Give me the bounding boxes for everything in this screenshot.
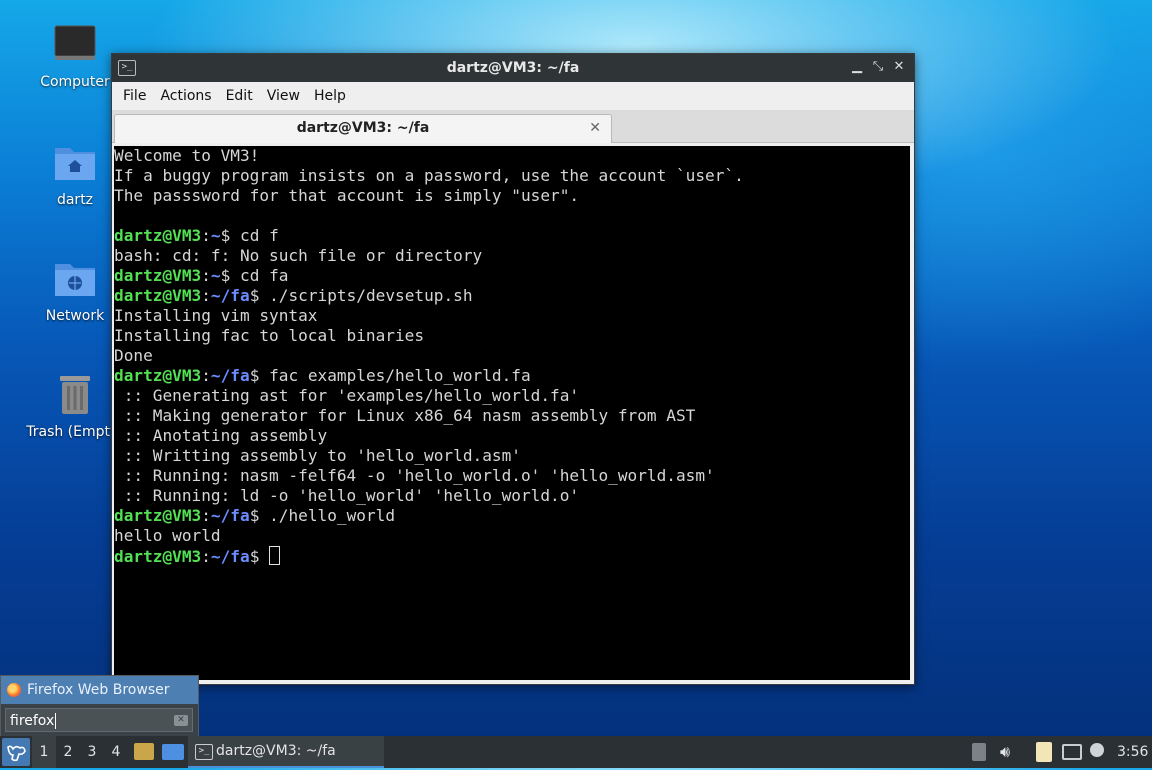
workspace-1[interactable]: 1 — [32, 736, 56, 768]
clock[interactable]: 3:56 — [1117, 736, 1148, 768]
prompt-line: dartz@VM3:~/fa$ ./scripts/devsetup.sh — [114, 286, 473, 305]
prompt-user: dartz@VM3 — [114, 286, 202, 305]
home-folder-icon — [52, 140, 98, 186]
terminal-tab[interactable]: dartz@VM3: ~/fa ✕ — [114, 114, 612, 143]
terminal-line: Welcome to VM3! — [114, 146, 260, 165]
network-tray-icon[interactable] — [1062, 744, 1082, 760]
terminal-line: :: Writting assembly to 'hello_world.asm… — [114, 446, 521, 465]
terminal-line: If a buggy program insists on a password… — [114, 166, 744, 185]
prompt-command: ./scripts/devsetup.sh — [259, 286, 473, 305]
tab-close-icon[interactable]: ✕ — [589, 115, 601, 141]
prompt-path: ~/fa — [210, 286, 250, 305]
window-titlebar[interactable]: >_ dartz@VM3: ~/fa ▁ ⤡ ✕ — [112, 54, 914, 82]
prompt-line: dartz@VM3:~/fa$ ./hello_world — [114, 506, 396, 525]
terminal-line: bash: cd: f: No such file or directory — [114, 246, 483, 265]
terminal-line: hello world — [114, 526, 221, 545]
prompt-command — [259, 547, 269, 566]
task-title: dartz@VM3: ~/fa — [216, 743, 336, 759]
menu-view[interactable]: View — [260, 84, 307, 108]
prompt-path: ~ — [210, 266, 221, 285]
computer-icon — [52, 22, 98, 68]
workspace-2[interactable]: 2 — [56, 736, 80, 768]
taskbar-terminal-task[interactable]: >_ dartz@VM3: ~/fa — [188, 736, 384, 768]
terminal-cursor — [269, 546, 281, 565]
menu-edit[interactable]: Edit — [219, 84, 260, 108]
menu-help[interactable]: Help — [307, 84, 353, 108]
trash-icon — [52, 372, 98, 418]
terminal-line: Installing fac to local binaries — [114, 326, 425, 345]
prompt-command: cd f — [230, 226, 279, 245]
menu-bar: File Actions Edit View Help — [112, 82, 914, 110]
notification-icon[interactable] — [1090, 743, 1104, 757]
prompt-command: fac examples/hello_world.fa — [259, 366, 531, 385]
firefox-icon — [7, 683, 21, 697]
prompt-user: dartz@VM3 — [114, 226, 202, 245]
prompt-user: dartz@VM3 — [114, 506, 202, 525]
terminal-line: :: Running: ld -o 'hello_world' 'hello_w… — [114, 486, 580, 505]
prompt-path: ~/fa — [210, 547, 250, 566]
xfce-logo-icon — [7, 745, 26, 762]
clipboard-icon[interactable] — [1036, 742, 1052, 762]
clear-search-icon[interactable]: ✕ — [174, 715, 188, 726]
prompt-path: ~ — [210, 226, 221, 245]
prompt-user: dartz@VM3 — [114, 266, 202, 285]
menu-file[interactable]: File — [116, 84, 153, 108]
maximize-button[interactable]: ⤡ — [869, 58, 887, 76]
prompt-line: dartz@VM3:~/fa$ — [114, 546, 910, 566]
terminal-line: :: Running: nasm -felf64 -o 'hello_world… — [114, 466, 715, 485]
terminal-line: Done — [114, 346, 153, 365]
prompt-user: dartz@VM3 — [114, 547, 202, 566]
prompt-path: ~/fa — [210, 366, 250, 385]
taskbar: 1 2 3 4 >_ dartz@VM3: ~/fa 🔊︎ 3:56 — [0, 736, 1152, 768]
applications-menu-button[interactable] — [2, 738, 30, 766]
close-button[interactable]: ✕ — [890, 58, 908, 76]
updates-icon[interactable] — [972, 743, 986, 761]
search-result-label: Firefox Web Browser — [27, 682, 170, 698]
terminal-app-icon: >_ — [195, 744, 213, 760]
terminal-line: Installing vim syntax — [114, 306, 318, 325]
prompt-path: ~/fa — [210, 506, 250, 525]
prompt-user: dartz@VM3 — [114, 366, 202, 385]
tab-title: dartz@VM3: ~/fa — [296, 120, 430, 136]
prompt-line: dartz@VM3:~/fa$ fac examples/hello_world… — [114, 366, 531, 385]
search-input[interactable]: firefox ✕ — [5, 708, 193, 732]
window-title: dartz@VM3: ~/fa — [446, 60, 580, 76]
volume-icon[interactable]: 🔊︎ — [1000, 736, 1010, 768]
menu-actions[interactable]: Actions — [153, 84, 218, 108]
minimize-button[interactable]: ▁ — [848, 58, 866, 76]
terminal-line: :: Generating ast for 'examples/hello_wo… — [114, 386, 580, 405]
app-search-popup: Firefox Web Browser firefox ✕ — [0, 675, 199, 737]
prompt-line: dartz@VM3:~$ cd f — [114, 226, 279, 245]
file-manager-launcher-icon[interactable] — [134, 743, 154, 760]
search-query: firefox — [10, 713, 55, 729]
workspace-3[interactable]: 3 — [80, 736, 104, 768]
prompt-command: ./hello_world — [259, 506, 396, 525]
terminal-output[interactable]: Welcome to VM3! If a buggy program insis… — [114, 146, 910, 680]
tab-bar: dartz@VM3: ~/fa ✕ — [112, 110, 914, 143]
prompt-line: dartz@VM3:~$ cd fa — [114, 266, 289, 285]
terminal-line: :: Making generator for Linux x86_64 nas… — [114, 406, 696, 425]
search-result-firefox[interactable]: Firefox Web Browser — [1, 676, 198, 704]
terminal-window: >_ dartz@VM3: ~/fa ▁ ⤡ ✕ File Actions Ed… — [111, 53, 915, 685]
prompt-command: cd fa — [230, 266, 289, 285]
terminal-line: The passsword for that account is simply… — [114, 186, 580, 205]
show-desktop-icon[interactable] — [162, 744, 184, 760]
network-folder-icon — [52, 256, 98, 302]
workspace-4[interactable]: 4 — [104, 736, 128, 768]
terminal-line: :: Anotating assembly — [114, 426, 328, 445]
